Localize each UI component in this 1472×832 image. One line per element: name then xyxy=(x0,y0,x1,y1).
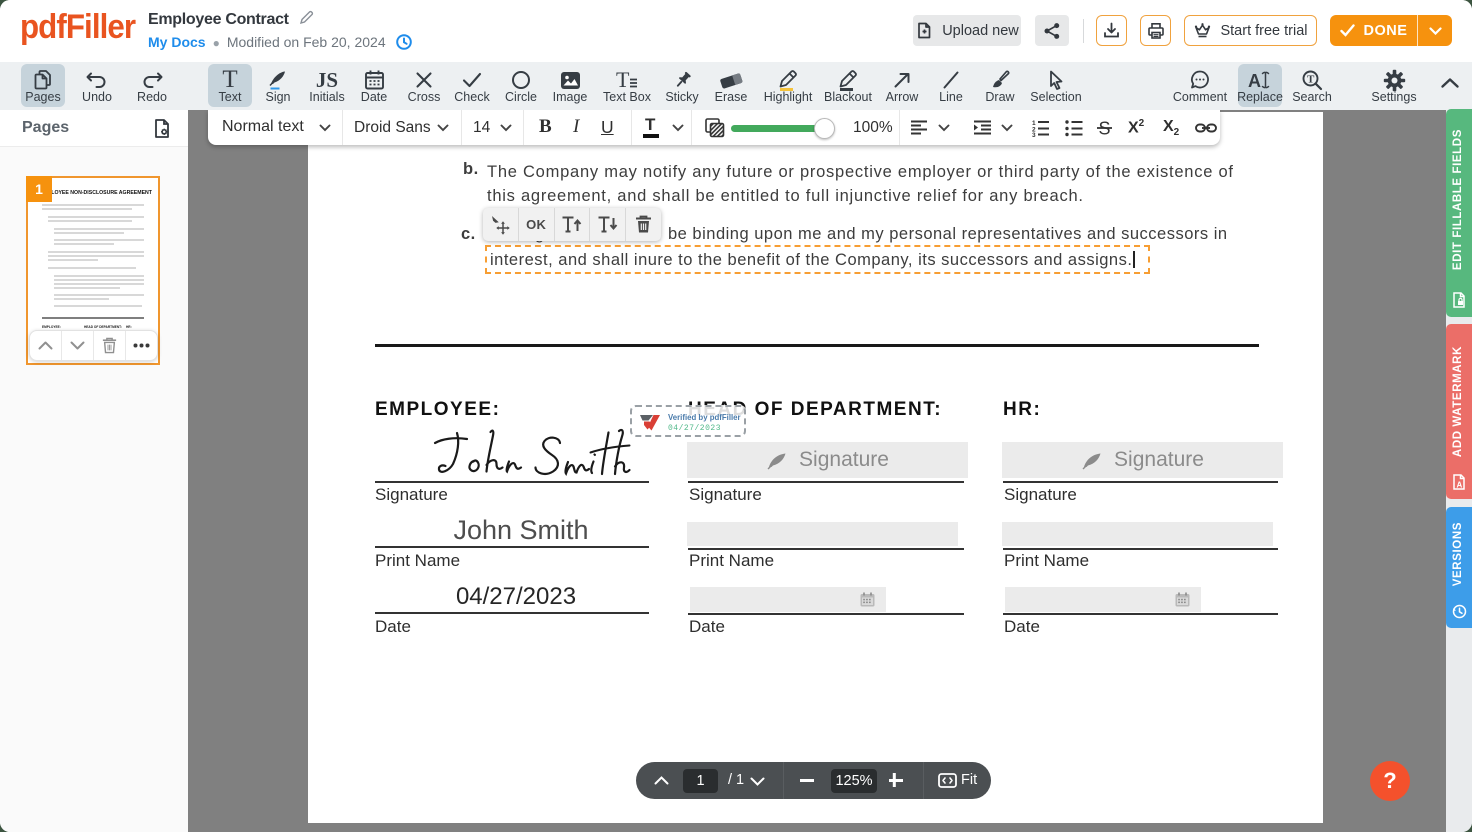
svg-text:EMPLOYEE:: EMPLOYEE: xyxy=(42,325,61,329)
svg-text:3: 3 xyxy=(1032,132,1036,137)
svg-text:HEAD OF DEPARTMENT:: HEAD OF DEPARTMENT: xyxy=(84,325,122,329)
svg-text:EMPLOYEE NON-DISCLOSURE AGREEM: EMPLOYEE NON-DISCLOSURE AGREEMENT xyxy=(40,190,153,196)
svg-text:T: T xyxy=(616,69,630,91)
svg-text:A: A xyxy=(1457,481,1463,490)
svg-text:HR:: HR: xyxy=(126,325,132,329)
svg-text:T: T xyxy=(1307,74,1315,86)
svg-text:A: A xyxy=(1248,71,1261,91)
